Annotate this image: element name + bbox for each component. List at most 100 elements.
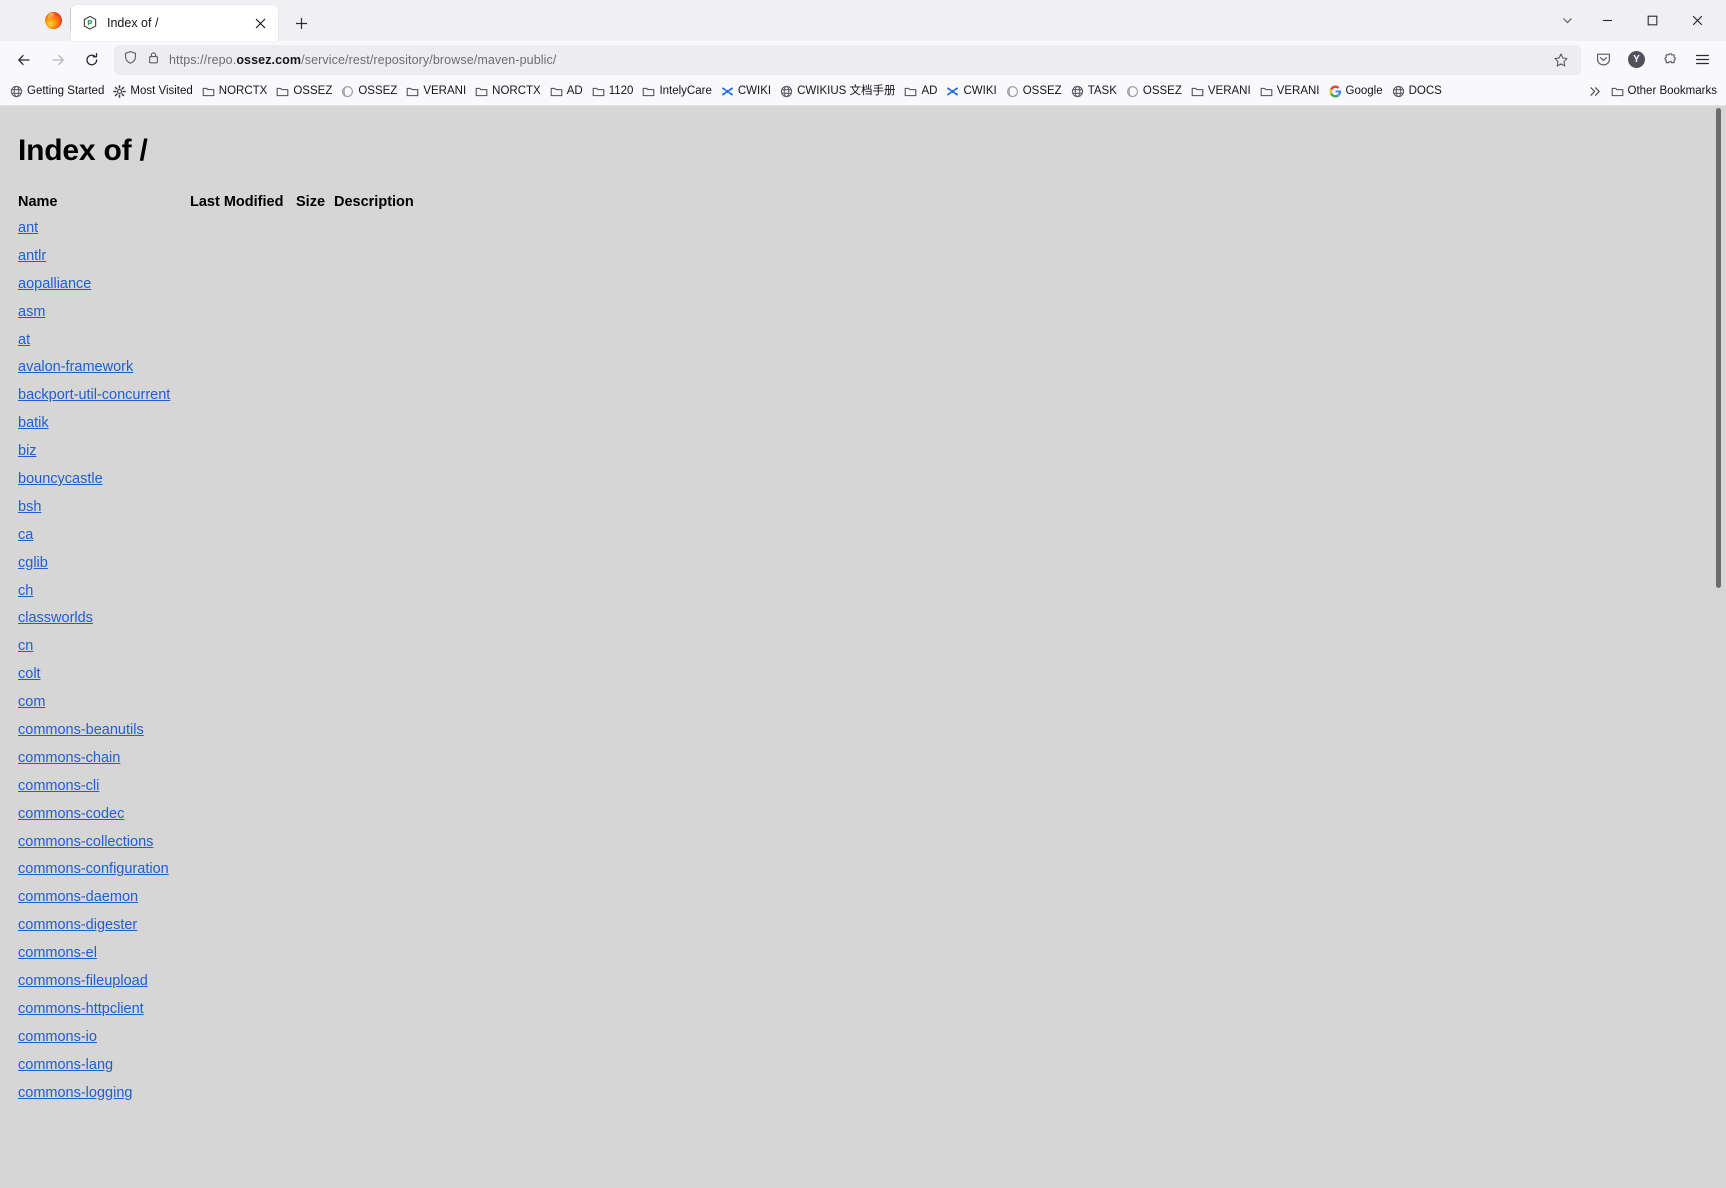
gear-icon (113, 85, 127, 98)
bookmark-item-cwikius[interactable]: CWIKIUS 文档手册 (776, 83, 900, 100)
directory-link[interactable]: commons-el (18, 945, 97, 961)
globe-icon (1071, 85, 1084, 98)
bookmark-item-norctx[interactable]: NORCTX (471, 83, 546, 100)
directory-link[interactable]: commons-io (18, 1029, 97, 1045)
cell-name: commons-io (18, 1030, 190, 1058)
directory-link[interactable]: commons-cli (18, 778, 99, 794)
table-row: ch (18, 583, 414, 612)
forward-button[interactable] (41, 45, 75, 75)
directory-link[interactable]: commons-chain (18, 750, 120, 766)
directory-link[interactable]: cglib (18, 555, 48, 571)
bookmark-item-task[interactable]: TASK (1067, 83, 1122, 100)
directory-link[interactable]: commons-lang (18, 1057, 113, 1073)
bookmark-item-ad[interactable]: AD (900, 83, 942, 100)
cell-description (334, 305, 414, 333)
table-row: bouncycastle (18, 472, 414, 500)
bookmark-label: CWIKI (963, 84, 997, 97)
bookmark-item-ad[interactable]: AD (546, 83, 588, 100)
bookmarks-overflow-icon[interactable] (1585, 81, 1607, 103)
cell-description (334, 807, 414, 835)
bookmark-star-icon[interactable] (1547, 47, 1575, 73)
cell-last-modified (190, 305, 296, 333)
cell-last-modified (190, 388, 296, 416)
address-bar[interactable]: https://repo.ossez.com/service/rest/repo… (114, 44, 1581, 75)
table-row: cn (18, 639, 414, 667)
cell-description (334, 779, 414, 807)
cell-size (296, 472, 334, 500)
lock-icon[interactable] (146, 50, 161, 70)
scrollbar-thumb[interactable] (1716, 108, 1721, 588)
bookmark-label: VERANI (1207, 84, 1251, 97)
directory-link[interactable]: batik (18, 415, 49, 431)
directory-link[interactable]: commons-digester (18, 917, 137, 933)
directory-link[interactable]: colt (18, 666, 41, 682)
directory-link[interactable]: backport-util-concurrent (18, 387, 170, 403)
bookmark-item-verani[interactable]: VERANI (1256, 83, 1325, 100)
bookmark-item-ossez[interactable]: OSSEZ (1002, 83, 1067, 100)
bookmark-item-cwiki[interactable]: CWIKI (942, 83, 1001, 100)
bookmark-item-most-visited[interactable]: Most Visited (109, 83, 197, 100)
browser-tab[interactable]: Index of / (71, 5, 278, 41)
folder-icon (1611, 85, 1624, 98)
directory-link[interactable]: commons-httpclient (18, 1001, 144, 1017)
directory-link[interactable]: biz (18, 443, 37, 459)
cell-description (334, 835, 414, 863)
folder-icon (406, 85, 419, 98)
bookmark-item-other-bookmarks[interactable]: Other Bookmarks (1607, 83, 1722, 100)
table-row: batik (18, 416, 414, 444)
directory-link[interactable]: commons-daemon (18, 889, 138, 905)
directory-link[interactable]: asm (18, 304, 45, 320)
directory-link[interactable]: commons-beanutils (18, 722, 144, 738)
pocket-save-icon[interactable] (1587, 45, 1620, 75)
bookmark-item-intelycare[interactable]: IntelyCare (638, 83, 716, 100)
page-scrollbar[interactable] (1711, 106, 1726, 1188)
shield-icon[interactable] (123, 50, 138, 70)
cell-size (296, 388, 334, 416)
bookmark-item-norctx[interactable]: NORCTX (198, 83, 273, 100)
directory-link[interactable]: aopalliance (18, 276, 91, 292)
minimize-button[interactable] (1585, 0, 1630, 41)
new-tab-button[interactable] (286, 8, 316, 38)
directory-link[interactable]: ca (18, 527, 33, 543)
application-menu-button[interactable] (1686, 45, 1719, 75)
bookmark-item-ossez[interactable]: OSSEZ (272, 83, 337, 100)
directory-link[interactable]: commons-logging (18, 1085, 132, 1101)
reload-button[interactable] (75, 45, 109, 75)
table-row: commons-beanutils (18, 723, 414, 751)
directory-link[interactable]: commons-configuration (18, 861, 169, 877)
directory-link[interactable]: commons-fileupload (18, 973, 148, 989)
account-avatar[interactable]: Y (1620, 45, 1653, 75)
directory-link[interactable]: com (18, 694, 45, 710)
cell-size (296, 416, 334, 444)
directory-link[interactable]: ant (18, 220, 38, 236)
cell-last-modified (190, 1030, 296, 1058)
cell-last-modified (190, 723, 296, 751)
directory-link[interactable]: commons-collections (18, 834, 153, 850)
bookmark-item-getting-started[interactable]: Getting Started (6, 83, 109, 100)
directory-link[interactable]: classworlds (18, 610, 93, 626)
directory-link[interactable]: at (18, 332, 30, 348)
directory-link[interactable]: cn (18, 638, 33, 654)
bookmark-item-ossez[interactable]: OSSEZ (337, 83, 402, 100)
close-window-button[interactable] (1675, 0, 1720, 41)
cell-size (296, 639, 334, 667)
directory-link[interactable]: bsh (18, 499, 41, 515)
tab-list-chevron-down-icon[interactable] (1549, 5, 1585, 37)
maximize-button[interactable] (1630, 0, 1675, 41)
directory-link[interactable]: commons-codec (18, 806, 124, 822)
extensions-puzzle-icon[interactable] (1653, 45, 1686, 75)
bookmark-item-google[interactable]: Google (1325, 83, 1388, 100)
close-icon[interactable] (251, 14, 270, 33)
directory-link[interactable]: antlr (18, 248, 46, 264)
back-button[interactable] (7, 45, 41, 75)
cell-description (334, 500, 414, 528)
directory-link[interactable]: ch (18, 583, 33, 599)
bookmark-item-verani[interactable]: VERANI (1187, 83, 1256, 100)
bookmark-item-verani[interactable]: VERANI (402, 83, 471, 100)
bookmark-item-cwiki[interactable]: CWIKI (717, 83, 776, 100)
directory-link[interactable]: avalon-framework (18, 359, 133, 375)
directory-link[interactable]: bouncycastle (18, 471, 103, 487)
bookmark-item-1120[interactable]: 1120 (588, 83, 639, 100)
bookmark-item-ossez[interactable]: OSSEZ (1122, 83, 1187, 100)
bookmark-item-docs[interactable]: DOCS (1388, 83, 1447, 100)
